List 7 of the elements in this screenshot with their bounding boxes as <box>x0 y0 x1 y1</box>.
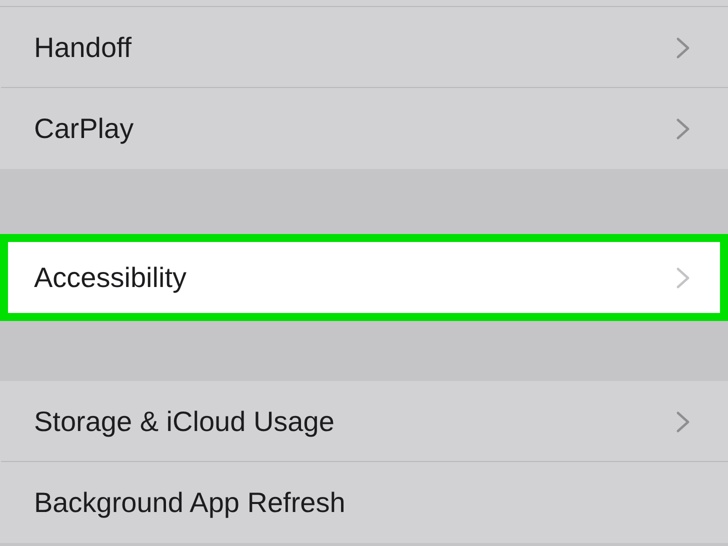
settings-row[interactable]: Accessibility <box>0 234 728 321</box>
row-label: Accessibility <box>34 262 186 294</box>
row-label: CarPlay <box>34 112 134 144</box>
row-label: Storage & iCloud Usage <box>34 406 334 438</box>
row-label: Background App Refresh <box>34 486 346 518</box>
settings-row[interactable] <box>0 0 728 7</box>
row-label: Handoff <box>34 32 132 64</box>
